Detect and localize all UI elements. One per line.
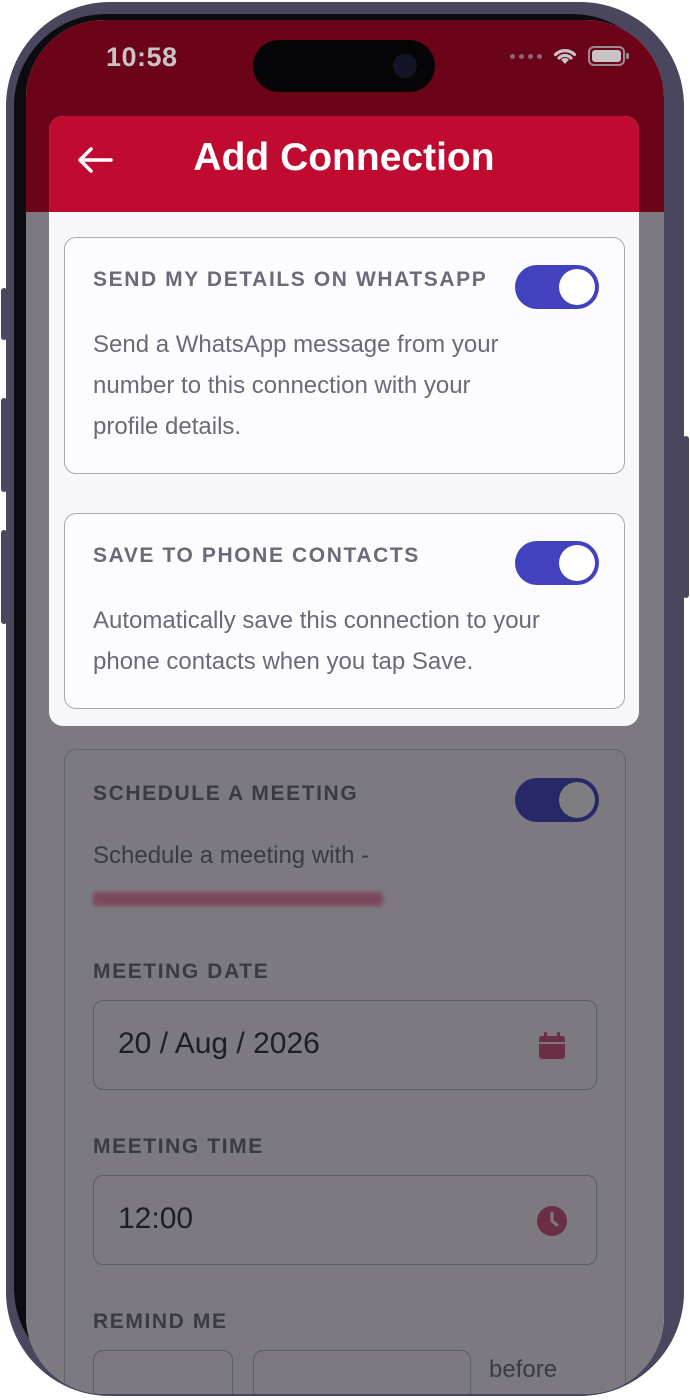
description-line: phone contacts when you tap Save. bbox=[93, 648, 474, 675]
modal-header: Add Connection bbox=[49, 116, 639, 212]
clock-icon[interactable] bbox=[536, 1205, 568, 1237]
description-line: profile details. bbox=[93, 413, 242, 440]
whatsapp-option-title: SEND MY DETAILS ON WHATSAPP bbox=[93, 268, 488, 291]
schedule-meeting-toggle[interactable] bbox=[515, 778, 599, 822]
description-line: Automatically save this connection to yo… bbox=[93, 607, 540, 634]
add-connection-modal: Add Connection SEND MY DETAILS ON WHATSA… bbox=[49, 116, 639, 726]
save-contacts-option-description: Automatically save this connection to yo… bbox=[93, 600, 613, 682]
camera-icon bbox=[393, 54, 417, 78]
page-title: Add Connection bbox=[193, 136, 495, 179]
description-line: Send a WhatsApp message from your bbox=[93, 331, 499, 358]
volume-up-button bbox=[1, 398, 7, 492]
remind-unit-field[interactable] bbox=[253, 1350, 471, 1394]
blurred-email bbox=[93, 892, 383, 906]
schedule-meeting-description: Schedule a meeting with - bbox=[93, 842, 370, 869]
schedule-meeting-card: SCHEDULE A MEETING Schedule a meeting wi… bbox=[64, 749, 626, 1394]
meeting-time-value: 12:00 bbox=[118, 1202, 194, 1235]
save-contacts-option-card: SAVE TO PHONE CONTACTS Automatically sav… bbox=[64, 513, 625, 709]
meeting-date-field[interactable]: 20 / Aug / 2026 bbox=[93, 1000, 597, 1090]
wifi-icon bbox=[553, 49, 577, 64]
description-line: number to this connection with your bbox=[93, 372, 471, 399]
calendar-icon[interactable] bbox=[536, 1030, 568, 1062]
action-button bbox=[1, 288, 7, 340]
meeting-date-label: MEETING DATE bbox=[93, 960, 270, 983]
save-contacts-option-toggle[interactable] bbox=[515, 541, 599, 585]
status-icons bbox=[510, 44, 630, 68]
dynamic-island bbox=[253, 40, 435, 92]
meeting-date-value: 20 / Aug / 2026 bbox=[118, 1027, 320, 1060]
volume-down-button bbox=[1, 530, 7, 624]
remind-me-label: REMIND ME bbox=[93, 1310, 228, 1333]
save-contacts-option-title: SAVE TO PHONE CONTACTS bbox=[93, 544, 420, 567]
whatsapp-option-description: Send a WhatsApp message from your number… bbox=[93, 324, 603, 447]
schedule-meeting-title: SCHEDULE A MEETING bbox=[93, 782, 359, 805]
power-button bbox=[683, 436, 689, 598]
meeting-time-field[interactable]: 12:00 bbox=[93, 1175, 597, 1265]
remind-amount-field[interactable] bbox=[93, 1350, 233, 1394]
whatsapp-option-toggle[interactable] bbox=[515, 265, 599, 309]
battery-icon bbox=[588, 46, 629, 66]
whatsapp-option-card: SEND MY DETAILS ON WHATSAPP Send a Whats… bbox=[64, 237, 625, 474]
remind-before-text: before bbox=[489, 1356, 558, 1383]
signal-icon bbox=[510, 53, 542, 59]
status-time: 10:58 bbox=[106, 42, 178, 72]
meeting-time-label: MEETING TIME bbox=[93, 1135, 264, 1158]
screen: 10:58 SCHEDULE A MEETING Schedule a meet… bbox=[26, 20, 664, 1394]
